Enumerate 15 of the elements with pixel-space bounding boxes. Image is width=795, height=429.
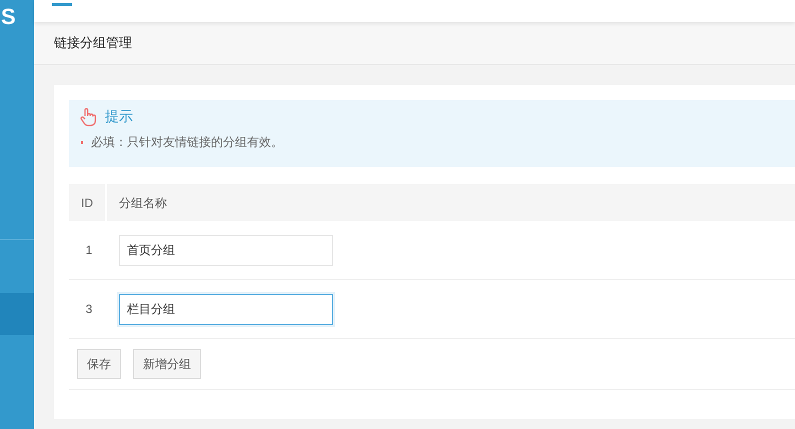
column-header: ID — [69, 184, 107, 221]
page-title: 链接分组管理 — [54, 34, 132, 52]
column-header: 分组名称 — [118, 194, 167, 212]
sidebar-item[interactable] — [0, 293, 34, 335]
action-button[interactable]: 保存 — [77, 349, 121, 379]
table-cell-text: 1 — [84, 242, 94, 259]
logo-text: S — [1, 6, 16, 28]
tip-title: 提示 — [105, 107, 133, 126]
group-name-field[interactable]: 首页分组 — [119, 234, 333, 266]
table-cell-text: 3 — [84, 301, 94, 318]
hand-pointer-icon — [79, 106, 97, 126]
action-button[interactable]: 新增分组 — [133, 349, 201, 379]
group-name-field[interactable]: 栏目分组 — [119, 294, 333, 324]
tip-text: 必填：只针对友情链接的分组有效。 — [91, 134, 283, 151]
menu-toggle-icon[interactable] — [52, 3, 72, 6]
